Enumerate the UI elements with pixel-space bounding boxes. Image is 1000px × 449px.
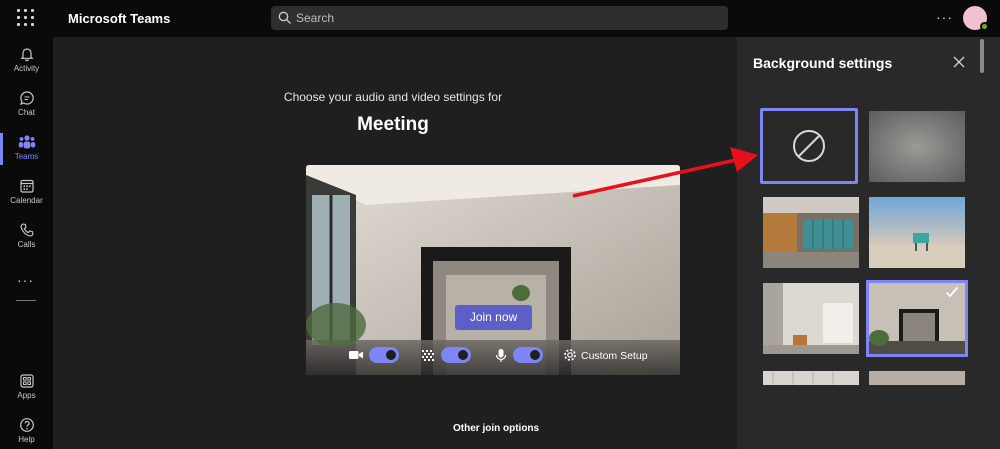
partial-image [763,371,859,385]
active-indicator [0,133,3,165]
search-input[interactable] [296,6,716,30]
partial-image [869,371,965,385]
meeting-title: Meeting [357,114,429,135]
microphone-icon [495,349,507,362]
gear-icon [564,349,576,361]
background-thumbnail-partial[interactable] [869,371,965,385]
camera-icon [349,351,363,359]
custom-setup-button[interactable]: Custom Setup [581,350,648,362]
sidebar-item-help[interactable]: Help [0,412,53,449]
more-options-icon[interactable]: ··· [936,9,953,25]
other-join-options-heading: Other join options [453,423,540,434]
microphone-toggle[interactable] [513,347,543,363]
close-icon[interactable] [952,55,966,69]
background-effects-toggle[interactable] [441,347,471,363]
sidebar-item-calls[interactable]: Calls [0,217,53,259]
presence-status-icon [980,22,989,31]
teams-icon [18,135,35,149]
more-apps-icon[interactable]: ··· [17,272,34,288]
phone-icon [19,223,34,237]
prejoin-subtitle: Choose your audio and video settings for [283,90,503,104]
panel-title: Background settings [753,55,893,71]
beach-image [869,197,965,268]
background-settings-panel: Background settings [737,37,1000,449]
sidebar-item-label: Activity [13,64,40,73]
search-icon [278,11,291,24]
join-now-button[interactable]: Join now [455,305,532,330]
background-thumbnail-loft[interactable] [763,283,859,354]
rail-divider [16,300,36,301]
calendar-icon [19,179,34,193]
camera-toggle[interactable] [369,347,399,363]
none-icon [793,130,825,162]
background-thumbnail-blur[interactable] [869,111,965,182]
checkmark-icon [945,286,959,298]
sidebar-item-activity[interactable]: Activity [0,41,53,83]
app-launcher-icon[interactable] [17,9,35,27]
background-thumbnail-beach[interactable] [869,197,965,268]
sidebar-item-label: Calls [17,240,36,249]
background-thumbnail-office[interactable] [763,197,859,268]
search-box[interactable] [271,6,728,30]
sidebar-item-label: Calendar [10,196,43,205]
sidebar-item-label: Apps [17,391,36,400]
apps-icon [19,374,34,388]
background-thumbnail-none[interactable] [760,108,858,184]
panel-scrollbar[interactable] [980,39,984,73]
title-bar: Microsoft Teams ··· [0,0,1000,37]
bell-icon [19,48,34,62]
sidebar-item-apps[interactable]: Apps [0,368,53,410]
annotation-arrow [572,147,758,198]
background-effects-icon [422,350,434,361]
loft-image [763,283,859,354]
background-thumbnail-mirror-room[interactable] [866,280,968,357]
sidebar-item-label: Help [18,435,35,444]
app-title: Microsoft Teams [68,11,171,26]
sidebar-item-calendar[interactable]: Calendar [0,173,53,215]
office-image [763,197,859,268]
blur-image [869,111,965,182]
background-thumbnail-partial[interactable] [763,371,859,385]
help-icon [19,418,34,432]
sidebar-item-label: Teams [14,152,39,161]
prejoin-screen: Choose your audio and video settings for… [53,37,737,449]
